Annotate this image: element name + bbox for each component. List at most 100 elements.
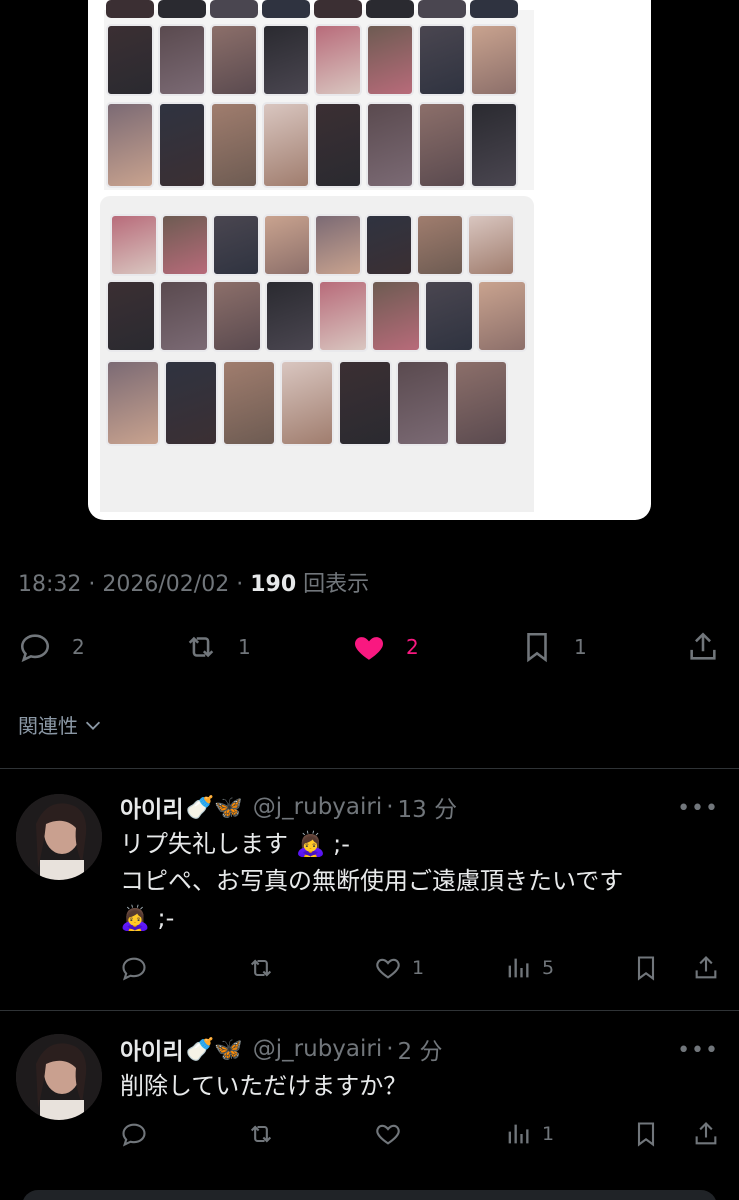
photocard — [467, 214, 515, 276]
sort-related-dropdown[interactable]: 関連性 — [18, 710, 104, 739]
view-count: 5 — [542, 957, 555, 979]
views-button[interactable]: 5 — [504, 954, 554, 982]
retweet-icon — [250, 1125, 272, 1143]
retweet-button[interactable] — [247, 1120, 275, 1148]
bookmark-button[interactable] — [632, 1120, 660, 1148]
analytics-icon — [508, 1124, 529, 1144]
bookmark-button[interactable]: 1 — [520, 630, 587, 664]
photocard — [210, 24, 258, 96]
photocard — [159, 280, 209, 352]
photocard — [338, 360, 392, 446]
photocard — [416, 214, 464, 276]
tweet-date: 2026/02/02 — [102, 572, 230, 597]
retweet-button[interactable] — [247, 954, 275, 982]
tweet-media-image[interactable] — [88, 0, 651, 520]
bookmark-button[interactable] — [632, 954, 660, 982]
reply-time[interactable]: 2 分 — [398, 1032, 443, 1066]
bookmark-icon — [527, 632, 547, 663]
photocard — [366, 102, 414, 188]
share-button[interactable] — [686, 630, 720, 664]
like-button[interactable] — [374, 1120, 402, 1148]
retweet-button[interactable]: 1 — [184, 630, 251, 664]
divider — [0, 1010, 739, 1011]
photocard — [454, 360, 508, 446]
reply-header: 아이리 🍼🦋 @j_rubyairi · 13 分 — [120, 790, 457, 824]
photocard — [366, 0, 414, 18]
display-name[interactable]: 아이리 — [120, 790, 183, 824]
bookmark-icon — [637, 1122, 655, 1147]
tweet-meta: 18:32 · 2026/02/02 · 190 回表示 — [18, 572, 370, 597]
avatar[interactable] — [16, 794, 102, 880]
views-button[interactable]: 1 — [504, 1120, 554, 1148]
reply-text: 削除していただけますか？ — [120, 1068, 720, 1105]
separator-dot: · — [386, 1036, 394, 1062]
photocard — [477, 280, 527, 352]
photocard — [396, 360, 450, 446]
photocard — [106, 280, 156, 352]
view-count: 190 — [250, 572, 297, 597]
reply-line: 🙇‍♀️ ;- — [120, 904, 175, 932]
photocard — [418, 0, 466, 18]
photocard — [106, 24, 154, 96]
photocard — [110, 214, 158, 276]
reply-icon — [20, 634, 50, 663]
user-handle[interactable]: @j_rubyairi — [253, 1036, 382, 1062]
photocard — [314, 24, 362, 96]
reply-line: 削除していただけますか？ — [120, 1072, 408, 1100]
reply-header: 아이리 🍼🦋 @j_rubyairi · 2 分 — [120, 1032, 443, 1066]
avatar[interactable] — [16, 1034, 102, 1120]
photocard — [158, 102, 206, 188]
more-options-icon[interactable]: ••• — [677, 796, 719, 821]
reply-button[interactable]: 2 — [18, 630, 85, 664]
bookmark-count: 1 — [574, 635, 587, 659]
divider — [0, 768, 739, 769]
photocard — [280, 360, 334, 446]
reply-count: 2 — [72, 635, 85, 659]
photocard — [470, 24, 518, 96]
separator-dot: · — [386, 794, 394, 820]
photocard — [210, 102, 258, 188]
like-button[interactable]: 1 — [374, 954, 424, 982]
photocard — [106, 102, 154, 188]
analytics-icon — [508, 958, 529, 978]
share-button[interactable] — [692, 954, 720, 982]
photocard — [371, 280, 421, 352]
photocard — [314, 214, 362, 276]
reply-compose-bar[interactable] — [22, 1190, 717, 1200]
photocard — [164, 360, 218, 446]
name-emoji: 🍼🦋 — [185, 794, 243, 821]
tweet-time: 18:32 — [18, 572, 82, 597]
photocard — [158, 0, 206, 18]
photocard — [424, 280, 474, 352]
display-name[interactable]: 아이리 — [120, 1032, 183, 1066]
view-count-label: 回表示 — [303, 572, 370, 597]
retweet-count: 1 — [238, 635, 251, 659]
reply-line: コピペ、お写真の無断使用ご遠慮頂きたいです — [120, 867, 624, 895]
photocard — [470, 0, 518, 18]
photocard — [158, 24, 206, 96]
user-handle[interactable]: @j_rubyairi — [253, 794, 382, 820]
photocard — [222, 360, 276, 446]
view-count: 1 — [542, 1123, 555, 1145]
share-button[interactable] — [692, 1120, 720, 1148]
photocard — [106, 0, 154, 18]
photocard — [212, 214, 260, 276]
retweet-icon — [188, 636, 214, 658]
photocard — [314, 0, 362, 18]
photocard — [318, 280, 368, 352]
chevron-down-icon — [85, 721, 101, 730]
more-options-icon[interactable]: ••• — [677, 1038, 719, 1063]
reply-time[interactable]: 13 分 — [398, 790, 458, 824]
reply-action-bar: 1 5 — [0, 954, 739, 990]
reply-button[interactable] — [120, 1120, 148, 1148]
heart-filled-icon — [354, 637, 384, 660]
reply-button[interactable] — [120, 954, 148, 982]
photocard — [265, 280, 315, 352]
like-button[interactable]: 2 — [352, 630, 419, 664]
heart-icon — [376, 958, 400, 979]
reply-action-bar: 1 — [0, 1120, 739, 1156]
photocard — [262, 24, 310, 96]
photocard — [365, 214, 413, 276]
like-count: 2 — [406, 635, 419, 659]
name-emoji: 🍼🦋 — [185, 1036, 243, 1063]
